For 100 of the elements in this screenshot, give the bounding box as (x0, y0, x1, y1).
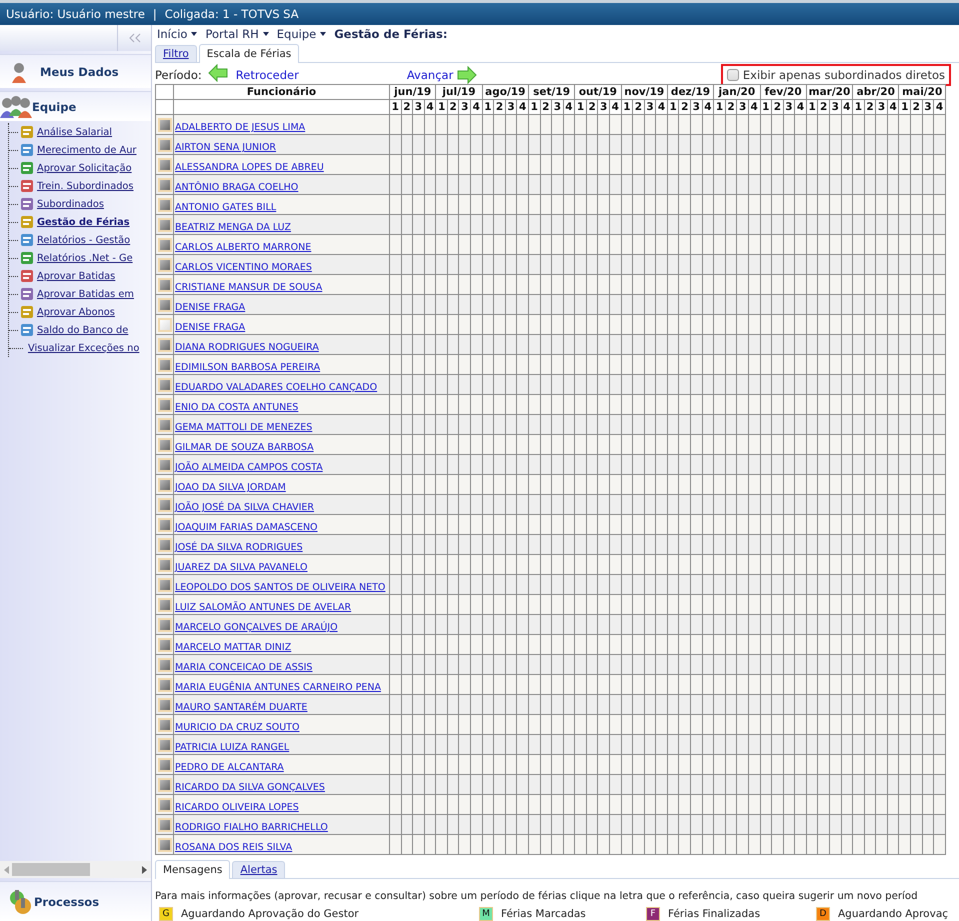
tab[interactable]: Filtro (155, 44, 197, 62)
status-icon[interactable] (158, 138, 172, 152)
status-icon[interactable] (158, 658, 172, 672)
tab[interactable]: Escala de Férias (198, 44, 300, 63)
status-icon[interactable] (158, 358, 172, 372)
status-icon[interactable] (158, 298, 172, 312)
people-icon (0, 94, 32, 118)
status-icon[interactable] (158, 538, 172, 552)
column-header: Funcionário (174, 84, 390, 100)
status-icon[interactable] (158, 758, 172, 772)
status-icon[interactable] (158, 398, 172, 412)
breadcrumb-link[interactable]: Equipe (276, 27, 326, 42)
scroll-right-icon[interactable] (142, 866, 147, 874)
left-arrow-icon[interactable] (208, 64, 228, 82)
caret-icon (262, 32, 269, 36)
status-icon[interactable] (158, 118, 172, 132)
status-icon[interactable] (158, 838, 172, 852)
status-icon[interactable] (158, 638, 172, 652)
double-chevron-left-icon (128, 33, 142, 43)
status-icon[interactable] (158, 518, 172, 532)
checkbox-label: Exibir apenas subordinados diretos (742, 68, 945, 82)
status-badge: D (816, 907, 830, 921)
status-icon[interactable] (158, 498, 172, 512)
tab[interactable]: Alertas (232, 861, 286, 878)
sidebar-link[interactable]: Aprovar Solicitação (37, 162, 132, 174)
sidebar-link[interactable]: Subordinados (37, 198, 104, 210)
tile-icon (20, 215, 34, 229)
tile-icon (20, 287, 34, 301)
status-badge: F (646, 907, 660, 921)
status-badge: M (479, 907, 493, 921)
tile-icon (20, 269, 34, 283)
status-icon[interactable] (158, 578, 172, 592)
status-icon[interactable] (158, 438, 172, 452)
legend-label: Aguardando Aprovação do Gestor (181, 908, 359, 920)
sidebar-link[interactable]: Relatórios .Net - Ge (37, 252, 133, 264)
status-icon[interactable] (158, 798, 172, 812)
tile-icon (20, 197, 34, 211)
status-icon[interactable] (158, 678, 172, 692)
status-icon[interactable] (158, 338, 172, 352)
status-icon[interactable] (158, 778, 172, 792)
month-header: jul/19 (436, 84, 482, 100)
gears-icon (8, 888, 32, 914)
month-header: abr/20 (852, 84, 899, 100)
status-icon[interactable] (158, 718, 172, 732)
sidebar-link[interactable]: Aprovar Batidas em (37, 288, 134, 300)
breadcrumb-link[interactable]: Portal RH (205, 27, 269, 42)
tab[interactable]: Mensagens (155, 860, 230, 880)
status-icon[interactable] (158, 618, 172, 632)
right-arrow-icon[interactable] (457, 66, 478, 84)
status-icon[interactable] (158, 598, 172, 612)
breadcrumb-link[interactable]: Gestão de Férias: (334, 27, 448, 42)
sidebar-link[interactable]: Gestão de Férias (37, 216, 130, 228)
section-header[interactable]: Processos (0, 881, 151, 921)
employee-link[interactable]: DENISE FRAGA (175, 302, 246, 314)
status-icon[interactable] (158, 558, 172, 572)
status-icon[interactable] (158, 218, 172, 232)
status-badge: G (159, 907, 173, 921)
sidebar-link[interactable]: Saldo do Banco de (37, 324, 128, 336)
tile-icon (20, 179, 34, 193)
status-icon[interactable] (158, 418, 172, 432)
breadcrumb-link[interactable]: Início (157, 27, 198, 42)
sidebar-link[interactable]: Visualizar Exceções no (28, 342, 140, 354)
legend-label: Aguardando Aprovaç (838, 908, 948, 920)
forward-link[interactable]: Avançar (406, 68, 454, 82)
month-header: nov/19 (621, 84, 668, 100)
status-icon[interactable] (158, 178, 172, 192)
status-icon[interactable] (158, 198, 172, 212)
sidebar-link[interactable]: Aprovar Abonos (37, 306, 115, 318)
section-title: Processos (34, 894, 100, 908)
status-icon[interactable] (158, 158, 172, 172)
checkbox[interactable] (726, 68, 739, 80)
status-icon[interactable] (158, 278, 172, 292)
status-icon[interactable] (158, 738, 172, 752)
employee-link[interactable]: DENISE FRAGA (175, 322, 246, 334)
status-icon[interactable] (158, 238, 172, 252)
section-header[interactable]: Meus Dados (0, 54, 151, 88)
status-icon[interactable] (158, 378, 172, 392)
status-icon[interactable] (158, 818, 172, 832)
section-title: Equipe (32, 100, 76, 114)
tile-icon (20, 143, 34, 157)
separator: | (152, 7, 157, 21)
legend-label: Férias Marcadas (501, 908, 586, 920)
info-message: Para mais informações (aprovar, recusar e consultar) sobre um período de férias clique na letra que o referência, caso queira sugerir um novo períod (155, 891, 919, 902)
status-icon[interactable] (158, 258, 172, 272)
status-icon[interactable] (158, 458, 172, 472)
tile-icon (20, 251, 34, 265)
horizontal-scrollbar[interactable] (0, 861, 151, 878)
month-header: jun/19 (390, 84, 436, 100)
sidebar-link[interactable]: Merecimento de Aur (37, 144, 136, 156)
section-header[interactable]: Equipe (0, 91, 151, 121)
sidebar-link[interactable]: Relatórios - Gestão (37, 234, 130, 246)
tile-icon (20, 323, 34, 337)
month-header: mar/20 (806, 84, 853, 100)
status-icon[interactable] (158, 478, 172, 492)
status-icon[interactable] (158, 698, 172, 712)
sidebar-link[interactable]: Trein. Subordinados (37, 180, 134, 192)
month-header: mai/20 (898, 84, 946, 100)
sidebar-link[interactable]: Análise Salarial (37, 126, 112, 138)
back-link[interactable]: Retroceder (236, 68, 299, 82)
sidebar-link[interactable]: Aprovar Batidas (37, 270, 116, 282)
